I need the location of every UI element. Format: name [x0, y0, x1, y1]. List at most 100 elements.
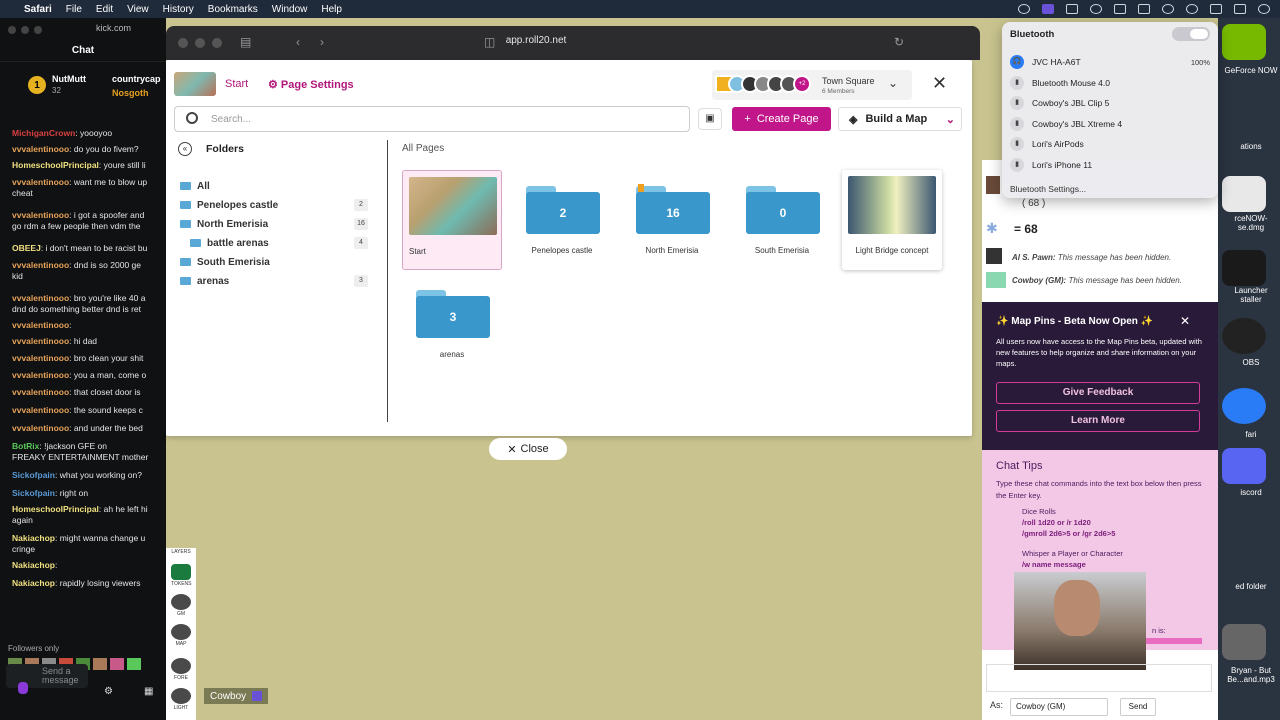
close-icon[interactable]: ✕: [932, 74, 947, 92]
page-card[interactable]: Start: [402, 170, 502, 270]
tool-map[interactable]: MAP: [171, 624, 191, 647]
chat-username[interactable]: Sickofpain: [12, 488, 55, 498]
leader-2[interactable]: countrycap: [112, 74, 161, 84]
chat-username[interactable]: vvvalentinooo: [12, 370, 69, 380]
chat-username[interactable]: vvvalentinooo: [12, 405, 69, 415]
current-page-name[interactable]: Start: [225, 78, 248, 90]
app-icon[interactable]: [1066, 4, 1078, 14]
folder-tree-item[interactable]: Penelopes castle: [180, 197, 278, 213]
learn-more-button[interactable]: Learn More: [996, 410, 1200, 432]
mic-icon[interactable]: [18, 682, 28, 694]
chat-message-input[interactable]: [986, 664, 1212, 692]
bluetooth-device[interactable]: ▮ Cowboy's JBL Xtreme 4: [1010, 116, 1210, 132]
chat-username[interactable]: OBEEJ: [12, 243, 41, 253]
display-icon[interactable]: [1114, 4, 1126, 14]
geforce-now-icon[interactable]: [1222, 24, 1266, 60]
send-button[interactable]: Send: [1120, 698, 1156, 716]
chat-username[interactable]: vvvalentinooo: [12, 423, 69, 433]
folder-tree-item[interactable]: battle arenas: [190, 235, 269, 251]
menu-file[interactable]: File: [66, 4, 82, 15]
chat-username[interactable]: vvvalentinooo: [12, 320, 69, 330]
give-feedback-button[interactable]: Give Feedback: [996, 382, 1200, 404]
tool-tokens[interactable]: TOKENS: [171, 564, 191, 587]
search-input[interactable]: Search...: [174, 106, 690, 132]
control-center-icon[interactable]: [1234, 4, 1246, 14]
create-page-button[interactable]: + Create Page: [732, 107, 831, 131]
chevron-down-icon[interactable]: ⌄: [946, 113, 955, 126]
bluetooth-toggle[interactable]: [1172, 27, 1210, 41]
discord-icon[interactable]: [1222, 448, 1266, 484]
bluetooth-icon[interactable]: [1210, 4, 1222, 14]
chat-username[interactable]: Nakiachop: [12, 560, 55, 570]
bluetooth-settings-link[interactable]: Bluetooth Settings...: [1010, 184, 1086, 194]
tool-gm[interactable]: GM: [171, 594, 191, 617]
bluetooth-device[interactable]: ▮ Cowboy's JBL Clip 5: [1010, 95, 1210, 111]
campaign-switcher[interactable]: +2 Town Square 6 Members ⌄: [712, 70, 912, 100]
chat-username[interactable]: vvvalentinooo: [12, 353, 69, 363]
close-icon[interactable]: ✕: [1180, 314, 1190, 328]
menu-window[interactable]: Window: [272, 4, 308, 15]
sync-icon[interactable]: [1090, 4, 1102, 14]
forward-icon[interactable]: ›: [320, 36, 332, 48]
address-bar[interactable]: app.roll20.net: [476, 35, 596, 46]
page-settings-link[interactable]: ⚙ Page Settings: [268, 78, 354, 91]
back-icon[interactable]: ‹: [296, 36, 308, 48]
folder-card[interactable]: 3 arenas: [402, 274, 502, 374]
folder-tree-item[interactable]: arenas: [180, 273, 229, 289]
menu-bookmarks[interactable]: Bookmarks: [208, 4, 258, 15]
window-controls[interactable]: [178, 38, 222, 48]
menu-view[interactable]: View: [127, 4, 149, 15]
emote-icon[interactable]: ▦: [144, 686, 153, 697]
battery-icon[interactable]: [1138, 4, 1150, 14]
chat-username[interactable]: HomeschoolPrincipal: [12, 160, 99, 170]
chat-username[interactable]: vvvalentinooo: [12, 336, 69, 346]
tool-light[interactable]: LIGHT: [171, 688, 191, 711]
reload-icon[interactable]: ↻: [894, 36, 906, 48]
new-folder-button[interactable]: ▣: [698, 108, 722, 130]
folder-tree-item[interactable]: All: [180, 178, 210, 194]
bluetooth-device[interactable]: ▮ Lori's AirPods: [1010, 136, 1210, 152]
chat-username[interactable]: Nakiachop: [12, 578, 55, 588]
collapse-icon[interactable]: «: [178, 142, 192, 156]
chat-username[interactable]: vvvalentinooo: [12, 387, 69, 397]
obs-icon[interactable]: [1222, 318, 1266, 354]
kick-window-controls[interactable]: [8, 26, 42, 34]
speaking-as-select[interactable]: Cowboy (GM): [1010, 698, 1108, 716]
bluetooth-device[interactable]: ▮ Bluetooth Mouse 4.0: [1010, 75, 1210, 91]
player-tag[interactable]: Cowboy: [204, 688, 269, 704]
sidebar-icon[interactable]: ▤: [240, 36, 252, 48]
chat-username[interactable]: vvvalentinooo: [12, 144, 69, 154]
status-circle-icon[interactable]: [1018, 4, 1030, 14]
menu-history[interactable]: History: [163, 4, 194, 15]
tool-fore[interactable]: FORE: [171, 658, 191, 681]
folder-card[interactable]: 0 South Emerisia: [732, 170, 832, 270]
tool-layers[interactable]: LAYERS: [171, 548, 191, 555]
screen-record-icon[interactable]: [1042, 4, 1054, 14]
menu-app-name[interactable]: Safari: [24, 4, 52, 15]
folder-tree-item[interactable]: North Emerisia: [180, 216, 268, 232]
leader-3[interactable]: Nosgoth: [112, 88, 149, 98]
bluetooth-device[interactable]: 🎧 JVC HA-A6T 100%: [1010, 54, 1210, 70]
folder-card[interactable]: 2 Penelopes castle: [512, 170, 612, 270]
dmg-file-icon[interactable]: [1222, 176, 1266, 212]
mp3-file-icon[interactable]: [1222, 624, 1266, 660]
current-page-thumbnail[interactable]: [174, 72, 216, 96]
build-map-button[interactable]: ◈ Build a Map ⌄: [838, 107, 962, 131]
settings-icon[interactable]: ⚙: [104, 686, 113, 697]
page-card[interactable]: Light Bridge concept: [842, 170, 942, 270]
bluetooth-device[interactable]: ▮ Lori's iPhone 11: [1010, 157, 1210, 173]
menu-edit[interactable]: Edit: [96, 4, 113, 15]
safari-desktop-icon[interactable]: [1222, 388, 1266, 424]
chat-username[interactable]: Sickofpain: [12, 470, 55, 480]
chat-username[interactable]: MichiganCrown: [12, 128, 75, 138]
leader-1[interactable]: NutMutt: [52, 74, 86, 84]
launcher-icon[interactable]: [1222, 250, 1266, 286]
menu-help[interactable]: Help: [321, 4, 342, 15]
wifi-icon[interactable]: [1162, 4, 1174, 14]
folder-card[interactable]: 16 North Emerisia: [622, 170, 722, 270]
kick-url[interactable]: kick.com: [96, 23, 131, 33]
folder-tree-item[interactable]: South Emerisia: [180, 254, 270, 270]
search-icon[interactable]: [1186, 4, 1198, 14]
siri-icon[interactable]: [1258, 4, 1270, 14]
close-button[interactable]: ✕ Close: [489, 438, 567, 460]
